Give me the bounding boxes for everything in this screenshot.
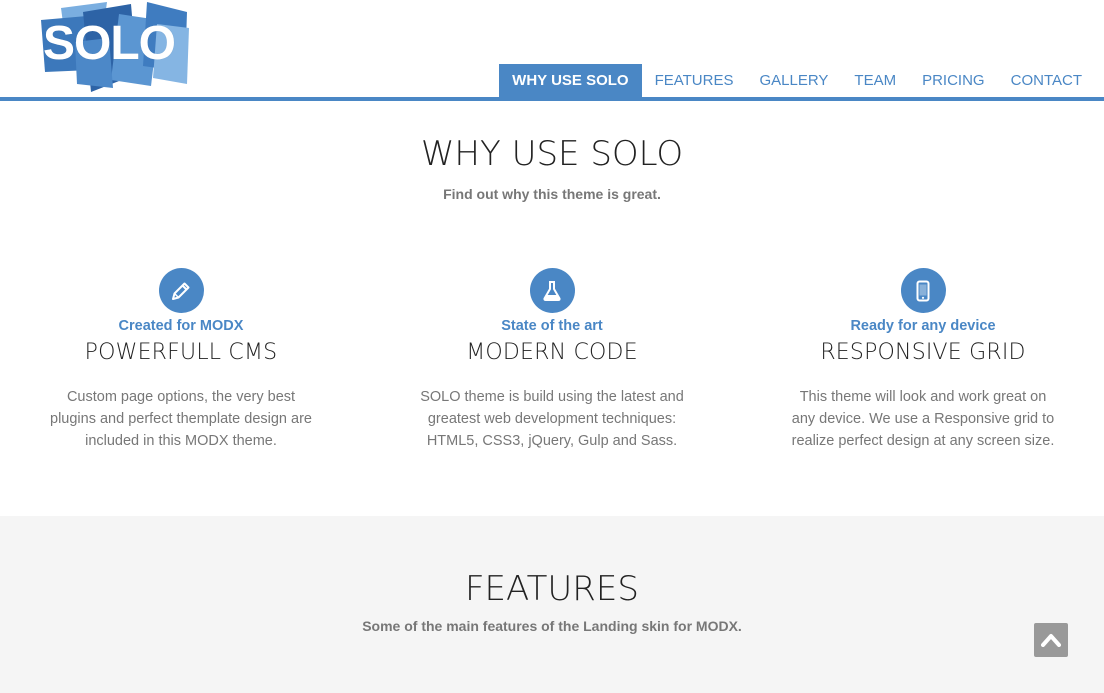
- nav-item-team[interactable]: TEAM: [841, 64, 909, 97]
- main-nav: WHY USE SOLO FEATURES GALLERY TEAM PRICI…: [499, 64, 1095, 97]
- column-text: SOLO theme is build using the latest and…: [420, 389, 684, 449]
- back-to-top-button[interactable]: [1034, 623, 1068, 657]
- chevron-up-icon: [1041, 634, 1061, 647]
- feature-column-cms: Created for MODX POWERFULL CMS Custom pa…: [31, 268, 331, 452]
- column-title: MODERN CODE: [466, 340, 638, 365]
- feature-column-code: State of the art MODERN CODE SOLO theme …: [402, 268, 702, 452]
- column-title: RESPONSIVE GRID: [820, 340, 1026, 365]
- feature-column-grid: Ready for any device RESPONSIVE GRID Thi…: [773, 268, 1073, 452]
- column-kicker: State of the art: [501, 318, 603, 334]
- features-section-subtitle: Some of the main features of the Landing…: [362, 618, 742, 634]
- logo[interactable]: SOLO: [39, 2, 189, 94]
- nav-item-pricing[interactable]: PRICING: [909, 64, 998, 97]
- flask-icon: [529, 268, 575, 313]
- page: SOLO WHY USE SOLO FEATURES GALLERY TEAM …: [0, 0, 1104, 693]
- why-section-title: WHY USE SOLO: [420, 134, 684, 174]
- column-text: Custom page options, the very best plugi…: [50, 389, 312, 449]
- column-title: POWERFULL CMS: [84, 340, 278, 365]
- nav-item-contact[interactable]: CONTACT: [998, 64, 1095, 97]
- nav-item-features[interactable]: FEATURES: [642, 64, 747, 97]
- column-text: This theme will look and work great on a…: [791, 389, 1055, 449]
- logo-text: SOLO: [43, 17, 176, 70]
- header-divider: [0, 97, 1104, 101]
- column-kicker: Created for MODX: [118, 318, 244, 334]
- why-section-subtitle: Find out why this theme is great.: [443, 186, 661, 202]
- mobile-icon: [900, 268, 946, 313]
- pencil-icon: [158, 268, 204, 313]
- nav-item-why-use-solo[interactable]: WHY USE SOLO: [499, 64, 642, 97]
- features-section-title: FEATURES: [464, 569, 639, 609]
- nav-item-gallery[interactable]: GALLERY: [746, 64, 841, 97]
- site-header: SOLO WHY USE SOLO FEATURES GALLERY TEAM …: [0, 0, 1104, 101]
- column-kicker: Ready for any device: [850, 318, 996, 334]
